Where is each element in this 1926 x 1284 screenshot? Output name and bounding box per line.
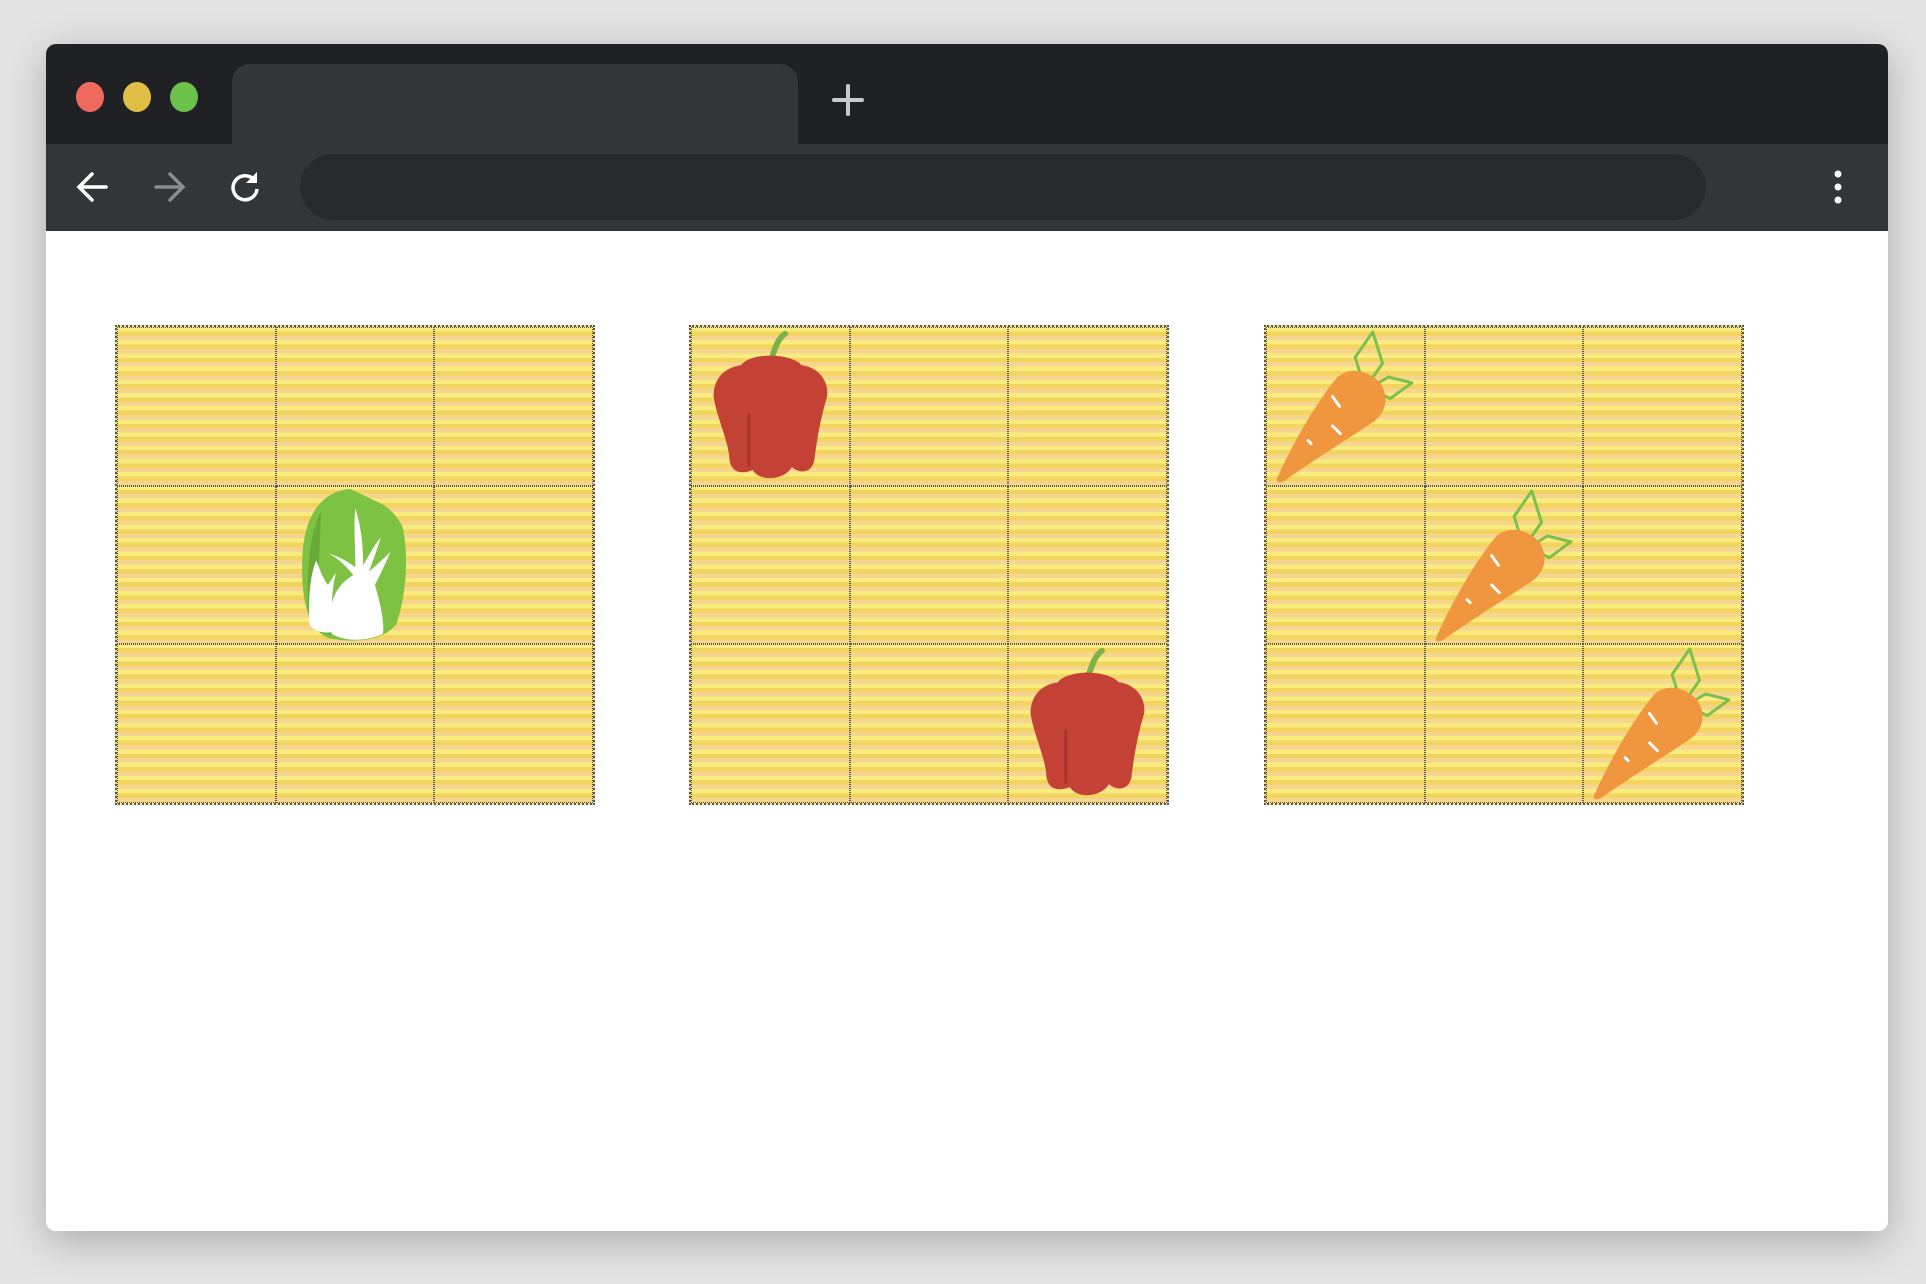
forward-arrow-icon (154, 172, 186, 202)
grid-cell[interactable] (275, 644, 435, 803)
carrot-grid (1264, 325, 1744, 805)
grid-cell[interactable] (434, 327, 593, 486)
back-arrow-icon (76, 172, 108, 202)
title-bar (46, 44, 1888, 144)
grid-cell[interactable] (1008, 644, 1167, 803)
toolbar (46, 144, 1888, 231)
grid-cell[interactable] (117, 644, 276, 803)
grid-cell[interactable] (1424, 327, 1584, 486)
grid-cell[interactable] (275, 485, 435, 645)
grid-cell[interactable] (1583, 327, 1742, 486)
menu-button[interactable] (1828, 166, 1848, 208)
maximize-button[interactable] (170, 82, 198, 112)
grid-cell[interactable] (849, 327, 1009, 486)
grid-cell[interactable] (691, 644, 850, 803)
grid-cell[interactable] (1424, 644, 1584, 803)
carrot-icon (1435, 489, 1573, 641)
grid-cell[interactable] (275, 327, 435, 486)
grid-cell[interactable] (117, 485, 276, 645)
carrot-icon (1276, 330, 1414, 483)
grid-cell[interactable] (691, 327, 850, 486)
browser-tab[interactable] (232, 64, 798, 144)
forward-button[interactable] (146, 164, 192, 210)
close-button[interactable] (76, 82, 104, 112)
pepper-icon (1030, 648, 1145, 796)
new-tab-plus-icon (832, 84, 864, 116)
grid-cell[interactable] (1583, 485, 1742, 645)
grid-cell[interactable] (1266, 327, 1425, 486)
grid-cell[interactable] (434, 485, 593, 645)
cabbage-grid (115, 325, 595, 805)
grid-cell[interactable] (1424, 485, 1584, 645)
pepper-icon (713, 330, 828, 479)
more-vert-icon (1834, 170, 1842, 204)
address-bar[interactable] (300, 154, 1706, 220)
grid-cell[interactable] (434, 644, 593, 803)
browser-window (46, 44, 1888, 1231)
minimize-button[interactable] (123, 82, 151, 112)
cabbage-icon (301, 488, 406, 641)
grid-cell[interactable] (1583, 644, 1742, 803)
pepper-grid (689, 325, 1169, 805)
grid-cell[interactable] (1266, 644, 1425, 803)
carrot-icon (1594, 647, 1731, 800)
grid-cell[interactable] (117, 327, 276, 486)
reload-icon (231, 172, 259, 202)
new-tab-button[interactable] (830, 82, 866, 118)
back-button[interactable] (70, 164, 116, 210)
page-content (46, 231, 1888, 1231)
grid-cell[interactable] (691, 485, 850, 645)
grid-cell[interactable] (1008, 485, 1167, 645)
grid-cell[interactable] (1266, 485, 1425, 645)
grid-cell[interactable] (849, 485, 1009, 645)
grid-cell[interactable] (849, 644, 1009, 803)
grid-cell[interactable] (1008, 327, 1167, 486)
reload-button[interactable] (222, 164, 268, 210)
